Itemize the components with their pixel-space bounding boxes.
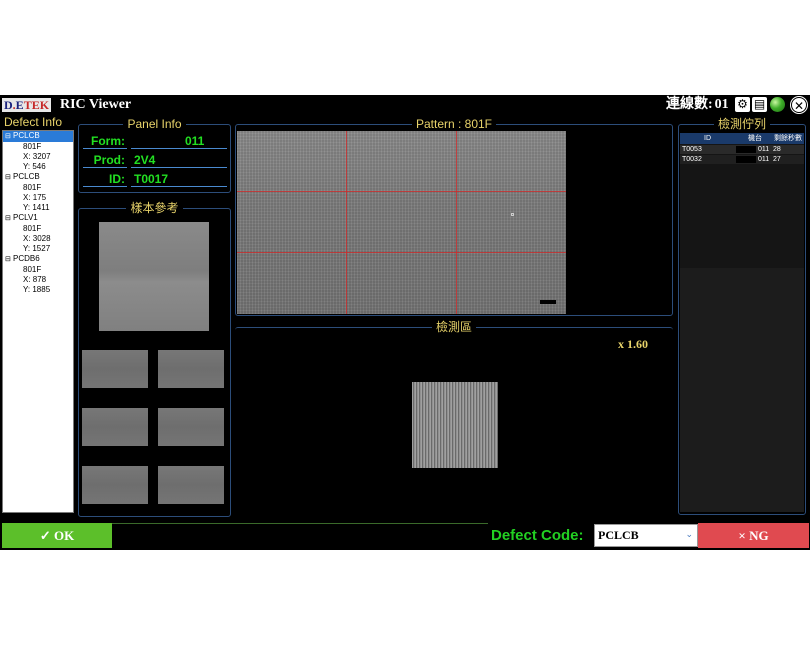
tree-node[interactable]: ⊟ PCDB6	[3, 254, 73, 265]
defect-code-label: Defect Code:	[491, 527, 584, 544]
queue-progress	[736, 146, 756, 153]
ng-button[interactable]: × NG	[698, 523, 809, 548]
id-value: T0017	[131, 171, 227, 187]
collapse-icon[interactable]: ⊟	[5, 255, 13, 265]
defect-code-select[interactable]: PCLCB ⌄	[594, 524, 698, 547]
collapse-icon[interactable]: ⊟	[5, 214, 13, 224]
form-label: Form:	[83, 133, 127, 149]
defect-code-value: PCLCB	[598, 528, 639, 542]
queue-cell-machine: 011	[758, 156, 770, 163]
pattern-title: Pattern : 801F	[411, 117, 497, 131]
queue-row[interactable]: T0032 011 27	[680, 155, 804, 164]
queue-table-header: ID 機台 剩餘秒數	[680, 133, 804, 144]
tree-child-item[interactable]: X: 3207	[3, 152, 73, 162]
ric-viewer-window: D.ETEK RIC Viewer 連線數: 01 ⚙ ▤ ✕ Defect In…	[0, 95, 810, 550]
document-icon[interactable]: ▤	[752, 97, 767, 112]
sample-reference-title: 樣本參考	[126, 201, 183, 215]
sample-image-main[interactable]	[99, 222, 209, 331]
close-icon[interactable]: ✕	[791, 97, 807, 113]
pattern-image[interactable]	[237, 131, 566, 314]
tree-child-item[interactable]: 801F	[3, 224, 73, 234]
queue-header-count: 剩餘秒數	[774, 135, 802, 142]
sample-thumbnail[interactable]	[158, 466, 224, 504]
connection-count-value: 01	[714, 97, 729, 112]
status-light-icon	[770, 97, 785, 112]
prod-value: 2V4	[131, 152, 227, 168]
queue-cell-id: T0032	[682, 156, 702, 163]
panel-info-title: Panel Info	[123, 117, 186, 131]
tree-child-item[interactable]: X: 3028	[3, 234, 73, 244]
queue-progress	[736, 156, 756, 163]
tree-node-label: PCDB6	[13, 254, 40, 263]
queue-cell-count: 28	[773, 146, 781, 153]
tree-child-item[interactable]: 801F	[3, 183, 73, 193]
prod-label: Prod:	[83, 152, 127, 168]
form-value: 011	[131, 133, 227, 149]
queue-header-machine: 機台	[748, 135, 762, 142]
tree-child-item[interactable]: X: 878	[3, 275, 73, 285]
defect-info-title: Defect Info	[4, 115, 63, 129]
tree-child-item[interactable]: Y: 1885	[3, 285, 73, 295]
sample-thumbnail[interactable]	[82, 466, 148, 504]
settings-icon[interactable]: ⚙	[735, 97, 750, 112]
scale-bar	[540, 300, 556, 304]
queue-cell-count: 27	[773, 156, 781, 163]
tree-node[interactable]: ⊟ PCLCB	[3, 172, 73, 183]
inspect-image[interactable]	[412, 382, 498, 468]
tree-child-item[interactable]: 801F	[3, 265, 73, 275]
detek-logo: D.ETEK	[2, 98, 52, 112]
app-title: RIC Viewer	[60, 97, 132, 112]
collapse-icon[interactable]: ⊟	[5, 173, 13, 183]
tree-child-item[interactable]: Y: 1411	[3, 203, 73, 213]
sample-thumbnail[interactable]	[82, 408, 148, 446]
queue-cell-id: T0053	[682, 146, 702, 153]
tree-node-label: PCLCB	[13, 131, 40, 140]
tree-child-item[interactable]: 801F	[3, 142, 73, 152]
tree-node-label: PCLCB	[13, 172, 40, 181]
queue-header-id: ID	[704, 135, 711, 142]
queue-title: 檢測佇列	[713, 117, 770, 131]
chevron-down-icon: ⌄	[685, 529, 693, 539]
tree-node[interactable]: ⊟ PCLV1	[3, 213, 73, 224]
inspect-title: 檢測區	[431, 320, 476, 334]
defect-tree[interactable]: ⊟ PCLCB 801F X: 3207 Y: 546 ⊟ PCLCB 801F X: 175 Y…	[2, 130, 74, 513]
sample-thumbnail[interactable]	[158, 350, 224, 388]
panel-info-group: Panel Info Form: 011 Prod: 2V4 ID: T0017	[78, 117, 231, 193]
title-bar: D.ETEK RIC Viewer 連線數: 01 ⚙ ▤ ✕	[0, 95, 810, 115]
sample-thumbnail[interactable]	[158, 408, 224, 446]
connection-count: 連線數: 01	[666, 96, 729, 114]
collapse-icon[interactable]: ⊟	[5, 132, 13, 142]
sample-thumbnail[interactable]	[82, 350, 148, 388]
zoom-level: x 1.60	[618, 337, 648, 351]
ok-button[interactable]: ✓ OK	[2, 523, 112, 548]
id-label: ID:	[83, 171, 127, 187]
tree-child-item[interactable]: X: 175	[3, 193, 73, 203]
defect-marker	[511, 213, 514, 216]
tree-node[interactable]: ⊟ PCLCB	[3, 131, 73, 142]
tree-node-label: PCLV1	[13, 213, 38, 222]
connection-count-label: 連線數:	[666, 97, 713, 112]
tree-child-item[interactable]: Y: 546	[3, 162, 73, 172]
tree-child-item[interactable]: Y: 1527	[3, 244, 73, 254]
queue-cell-machine: 011	[758, 146, 770, 153]
message-box	[112, 523, 488, 548]
queue-empty-area	[680, 268, 804, 512]
queue-row[interactable]: T0053 011 28	[680, 145, 804, 154]
